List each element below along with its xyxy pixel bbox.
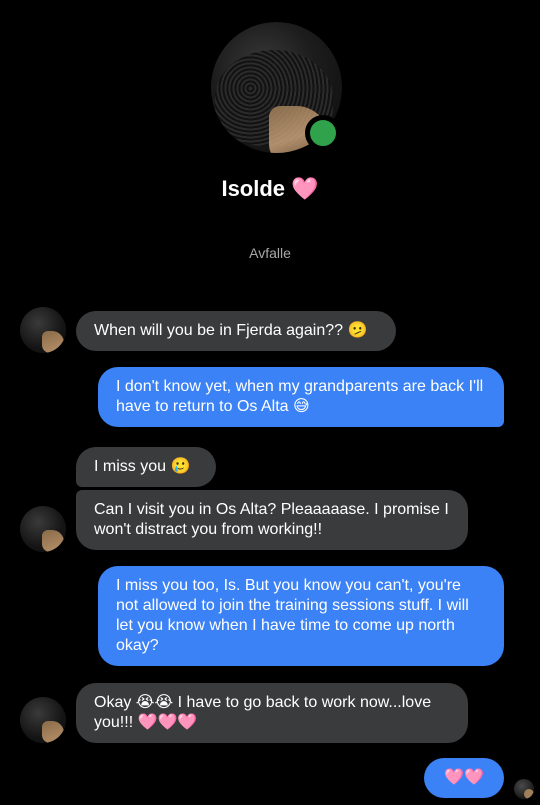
seen-receipt-avatar (514, 779, 534, 799)
profile-name[interactable]: Isolde 🩷 (0, 176, 540, 202)
online-status-indicator (305, 115, 341, 151)
message-bubble-outgoing[interactable]: I don't know yet, when my grandparents a… (98, 367, 504, 427)
message-bubble-incoming[interactable]: When will you be in Fjerda again?? 🫤 (76, 311, 396, 351)
message-bubble-incoming[interactable]: Can I visit you in Os Alta? Pleaaaaase. … (76, 490, 468, 550)
message-bubble-outgoing[interactable]: 🩷🩷 (424, 758, 504, 798)
sender-avatar[interactable] (20, 506, 66, 552)
message-bubble-incoming[interactable]: I miss you 🥲 (76, 447, 216, 487)
message-bubble-incoming[interactable]: Okay 😭😭 I have to go back to work now...… (76, 683, 468, 743)
message-bubble-outgoing[interactable]: I miss you too, Is. But you know you can… (98, 566, 504, 666)
sender-avatar[interactable] (20, 307, 66, 353)
profile-subtitle: Avfalle (249, 245, 291, 261)
sender-avatar[interactable] (20, 697, 66, 743)
